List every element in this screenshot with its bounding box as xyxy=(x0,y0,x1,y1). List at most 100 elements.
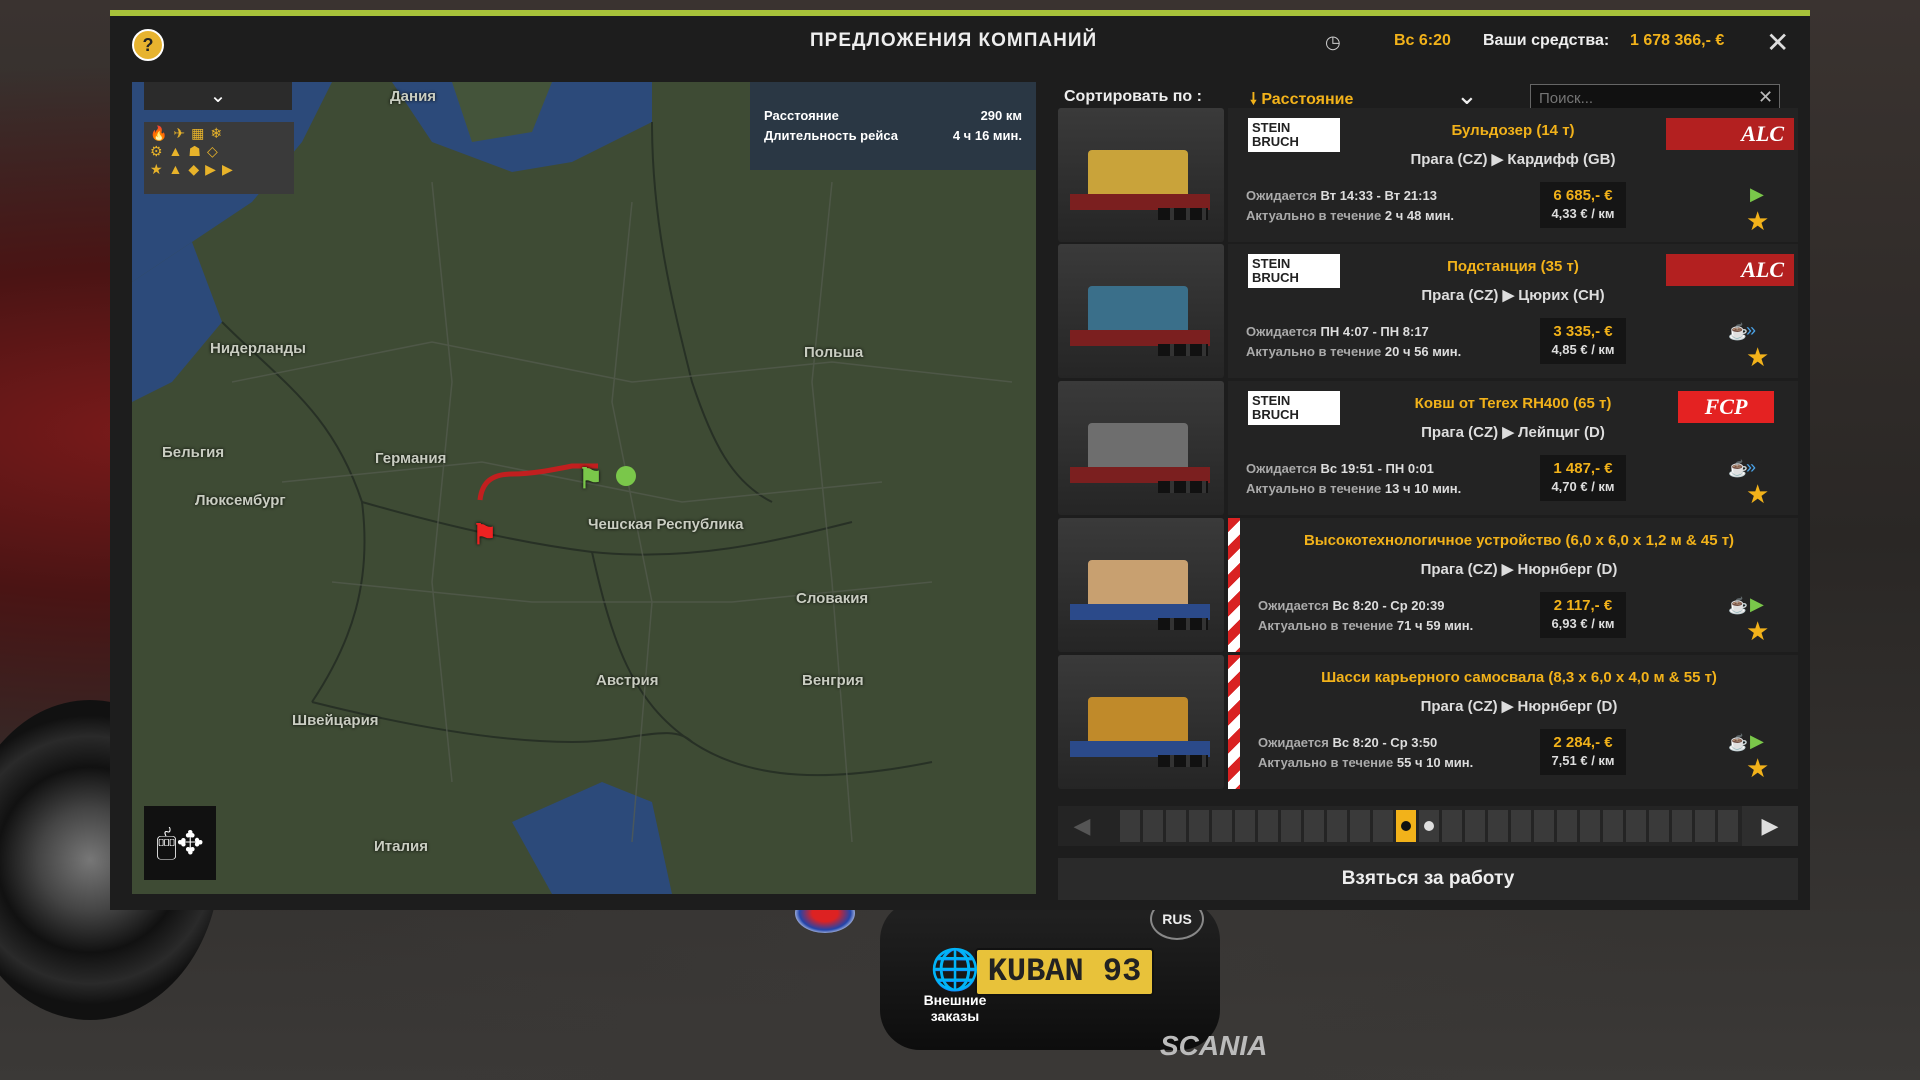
pager-page-cell[interactable] xyxy=(1718,810,1738,842)
star-icon: ★ xyxy=(1746,479,1770,509)
pager-page-cell[interactable] xyxy=(1488,810,1508,842)
job-price: 6 685,- € xyxy=(1553,187,1613,204)
cargo-name: Подстанция (35 т) xyxy=(1447,258,1579,275)
valid-time: Актуально в течение 55 ч 10 мин. xyxy=(1258,755,1473,770)
mouse-pan-icon: 🖱✥ xyxy=(144,806,216,880)
cargo-shape xyxy=(1088,286,1188,334)
pager-page-cell[interactable] xyxy=(1350,810,1370,842)
funds-label: Ваши средства: xyxy=(1483,32,1610,49)
pager-page-cell[interactable] xyxy=(1603,810,1623,842)
pager-page-cell[interactable] xyxy=(1189,810,1209,842)
price-per-km: 7,51 € / км xyxy=(1551,753,1615,768)
pager-page-cell[interactable] xyxy=(1143,810,1163,842)
pager-page-cell[interactable] xyxy=(1442,810,1462,842)
help-button[interactable]: ? xyxy=(132,29,164,61)
title-bar: ? ПРЕДЛОЖЕНИЯ КОМПАНИЙ ◷ Вс 6:20 Ваши ср… xyxy=(110,16,1810,72)
expected-time: Ожидается ПН 4:07 - ПН 8:17 xyxy=(1246,324,1429,339)
expected-time: Ожидается Вт 14:33 - Вт 21:13 xyxy=(1246,188,1437,203)
sort-value: Расстояние xyxy=(1261,91,1354,108)
price-per-km: 4,85 € / км xyxy=(1551,342,1615,357)
pager-page-cell[interactable] xyxy=(1258,810,1278,842)
price-box: 2 117,- € 6,93 € / км xyxy=(1540,592,1626,638)
pager-page-cell[interactable] xyxy=(1649,810,1669,842)
pager-prev-button[interactable]: ◀ xyxy=(1058,806,1106,846)
pager-page-cell[interactable] xyxy=(1373,810,1393,842)
pager-page-cell[interactable] xyxy=(1557,810,1577,842)
expected-value: Вт 14:33 - Вт 21:13 xyxy=(1320,188,1437,203)
valid-label: Актуально в течение xyxy=(1246,481,1382,496)
cargo-shape xyxy=(1088,697,1188,745)
pager-page-cell[interactable] xyxy=(1212,810,1232,842)
cargo-filter-icons[interactable]: 🔥✈▦❄ ⚙▲☗◇ ★▲◆▶▶ xyxy=(144,122,294,194)
map-label-netherlands: Нидерланды xyxy=(210,340,306,357)
job-offer-row[interactable]: Шасси карьерного самосвала (8,3 x 6,0 x … xyxy=(1058,655,1798,789)
pager-page-cell[interactable] xyxy=(1166,810,1186,842)
job-details: STEIN BRUCH ALC Подстанция (35 т) Прага (CZ… xyxy=(1228,244,1798,378)
job-pager: ◀ ▶ xyxy=(1058,806,1798,846)
expected-label: Ожидается xyxy=(1258,598,1329,613)
pager-page-cell[interactable] xyxy=(1419,810,1439,842)
price-per-km: 4,70 € / км xyxy=(1551,479,1615,494)
external-orders-button[interactable]: 🌐 Внешние заказы xyxy=(900,948,1010,1024)
pager-page-cell[interactable] xyxy=(1580,810,1600,842)
pager-page-cell[interactable] xyxy=(1672,810,1692,842)
route-text: Прага (CZ) ▶ Нюрнберг (D) xyxy=(1420,561,1618,578)
pager-page-cell[interactable] xyxy=(1534,810,1554,842)
map-filter-dropdown[interactable]: ⌄ xyxy=(144,82,292,110)
pager-page-cell[interactable] xyxy=(1235,810,1255,842)
valid-value: 13 ч 10 мин. xyxy=(1384,481,1462,496)
chevron-down-icon[interactable]: ⌄ xyxy=(1456,80,1478,111)
urgency-icon: » xyxy=(1746,320,1757,340)
map-label-poland: Польша xyxy=(804,344,864,361)
trailer-wheels xyxy=(1158,755,1208,767)
urgency-icon: ▶ xyxy=(1750,594,1764,614)
valid-time: Актуально в течение 13 ч 10 мин. xyxy=(1246,481,1461,496)
expected-time: Ожидается Вс 19:51 - ПН 0:01 xyxy=(1246,461,1434,476)
close-icon[interactable]: ✕ xyxy=(1766,26,1789,59)
valid-label: Актуально в течение xyxy=(1246,208,1382,223)
map-label-hungary: Венгрия xyxy=(802,672,864,689)
route-text: Прага (CZ) ▶ Кардифф (GB) xyxy=(1410,151,1616,168)
job-offer-row[interactable]: Высокотехнологичное устройство (6,0 x 6,… xyxy=(1058,518,1798,652)
route-map[interactable]: Дания Нидерланды Польша Бельгия Германия… xyxy=(132,82,1036,894)
expected-value: Вс 8:20 - Ср 3:50 xyxy=(1332,735,1438,750)
job-offer-row[interactable]: STEIN BRUCH ALC Подстанция (35 т) Прага (CZ… xyxy=(1058,244,1798,378)
valid-value: 2 ч 48 мин. xyxy=(1384,208,1455,223)
pager-page-cell[interactable] xyxy=(1304,810,1324,842)
star-icon: ★ xyxy=(1746,206,1770,236)
current-position-marker xyxy=(616,466,636,486)
pager-page-cell[interactable] xyxy=(1695,810,1715,842)
pager-page-cell[interactable] xyxy=(1511,810,1531,842)
valid-value: 55 ч 10 мин. xyxy=(1396,755,1474,770)
pager-page-cell[interactable] xyxy=(1327,810,1347,842)
route-text: Прага (CZ) ▶ Нюрнберг (D) xyxy=(1420,698,1618,715)
pager-page-cell[interactable] xyxy=(1626,810,1646,842)
origin-flag-icon: ⚑ xyxy=(578,463,604,494)
job-offer-row[interactable]: STEIN BRUCH FCP Ковш от Terex RH400 (65 т)… xyxy=(1058,381,1798,515)
map-label-belgium: Бельгия xyxy=(162,444,225,461)
valid-label: Актуально в течение xyxy=(1258,755,1394,770)
distance-value: 290 км xyxy=(980,108,1022,123)
job-price: 1 487,- € xyxy=(1553,460,1613,477)
pager-next-button[interactable]: ▶ xyxy=(1742,806,1798,846)
map-label-italy: Италия xyxy=(374,838,428,855)
coffee-cup-icon: ☕ xyxy=(1728,461,1748,478)
take-job-button[interactable]: Взяться за работу xyxy=(1058,858,1798,900)
expected-label: Ожидается xyxy=(1258,735,1329,750)
pager-page-cell[interactable] xyxy=(1465,810,1485,842)
clear-search-icon[interactable]: ✕ xyxy=(1758,87,1773,108)
pager-page-cell[interactable] xyxy=(1120,810,1140,842)
job-offer-row[interactable]: STEIN BRUCH ALC Бульдозер (14 т) Прага (CZ)… xyxy=(1058,108,1798,242)
pager-page-cell[interactable] xyxy=(1396,810,1416,842)
map-label-germany: Германия xyxy=(375,450,447,467)
job-offers-window: ? ПРЕДЛОЖЕНИЯ КОМПАНИЙ ◷ Вс 6:20 Ваши ср… xyxy=(110,10,1810,910)
coffee-cup-icon: ☕ xyxy=(1728,598,1748,615)
pager-page-cell[interactable] xyxy=(1281,810,1301,842)
funds-value: 1 678 366,- € xyxy=(1630,32,1725,49)
valid-time: Актуально в течение 2 ч 48 мин. xyxy=(1246,208,1454,223)
job-details: Шасси карьерного самосвала (8,3 x 6,0 x … xyxy=(1240,655,1798,789)
expected-value: ПН 4:07 - ПН 8:17 xyxy=(1320,324,1429,339)
cargo-name: Ковш от Terex RH400 (65 т) xyxy=(1414,395,1612,412)
trailer-wheels xyxy=(1158,344,1208,356)
duration-label: Длительность рейса xyxy=(764,128,898,143)
